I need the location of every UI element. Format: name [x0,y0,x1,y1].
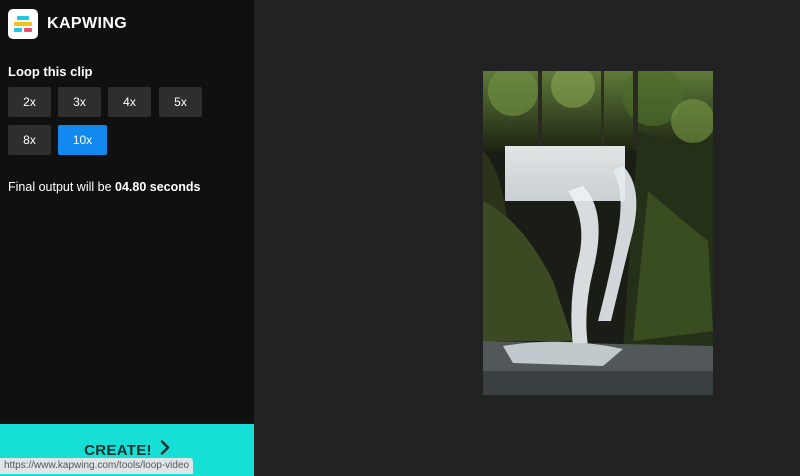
brand-name: KAPWING [47,15,128,32]
loop-2x-button[interactable]: 2x [8,87,51,117]
create-button-label: CREATE! [84,441,152,459]
final-output-text: Final output will be 04.80 seconds [8,180,200,194]
kapwing-logo-icon [8,9,38,39]
status-bar-url: https://www.kapwing.com/tools/loop-video [0,458,194,474]
sidebar: KAPWING Loop this clip 2x 3x 4x 5x 8x 10… [0,0,254,476]
loop-4x-button[interactable]: 4x [108,87,151,117]
loop-section-title: Loop this clip [8,64,93,79]
loop-3x-button[interactable]: 3x [58,87,101,117]
final-output-duration: 04.80 seconds [115,180,201,194]
loop-5x-button[interactable]: 5x [159,87,202,117]
loop-8x-button[interactable]: 8x [8,125,51,155]
loop-10x-button[interactable]: 10x [58,125,107,155]
chevron-right-icon [160,440,170,460]
brand[interactable]: KAPWING [8,9,127,39]
final-output-prefix: Final output will be [8,180,116,194]
video-preview[interactable] [483,71,713,395]
